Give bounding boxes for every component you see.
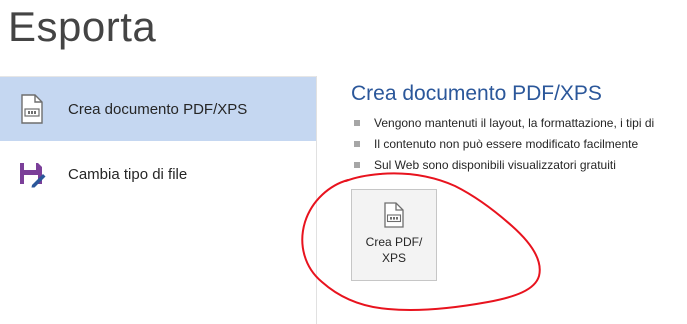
- pane-divider: [316, 76, 317, 324]
- pdf-document-icon: [18, 93, 46, 125]
- bullet-square-icon: [354, 161, 360, 168]
- export-page: Esporta Crea documento PDF/XPS Cambia ti…: [0, 0, 687, 324]
- section-title: Crea documento PDF/XPS: [351, 82, 602, 105]
- button-label-line-1: Crea PDF/: [365, 235, 423, 249]
- page-title: Esporta: [8, 3, 157, 50]
- list-item-text: Sul Web sono disponibili visualizzatori …: [374, 157, 616, 172]
- sidebar-item-create-pdf-xps[interactable]: Crea documento PDF/XPS: [0, 77, 316, 141]
- list-item-text: Il contenuto non può essere modificato f…: [374, 136, 639, 151]
- bullet-square-icon: [354, 140, 360, 147]
- button-label-line-2: XPS: [381, 251, 406, 265]
- list-item: Il contenuto non può essere modificato f…: [354, 133, 687, 154]
- sidebar-item-label: Crea documento PDF/XPS: [68, 100, 248, 118]
- sidebar-item-label: Cambia tipo di file: [68, 165, 188, 183]
- list-item: Vengono mantenuti il layout, la formatta…: [354, 112, 687, 133]
- bullet-square-icon: [354, 119, 360, 126]
- sidebar-item-change-file-type[interactable]: Cambia tipo di file: [0, 142, 316, 206]
- list-item: Sul Web sono disponibili visualizzatori …: [354, 154, 687, 175]
- feature-list: Vengono mantenuti il layout, la formatta…: [354, 112, 687, 175]
- save-as-icon: [18, 158, 46, 190]
- create-pdf-xps-button-label: Crea PDF/ XPS: [354, 234, 434, 266]
- pdf-document-icon: [383, 202, 405, 228]
- list-item-text: Vengono mantenuti il layout, la formatta…: [374, 115, 655, 130]
- create-pdf-xps-button[interactable]: Crea PDF/ XPS: [351, 189, 437, 281]
- export-sidebar: Crea documento PDF/XPS Cambia tipo di fi…: [0, 76, 316, 324]
